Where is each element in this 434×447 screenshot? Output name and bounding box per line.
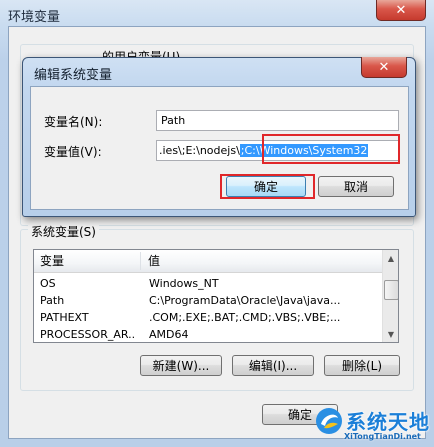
watermark-text: 系统天地 — [346, 410, 430, 434]
watermark-url: XiTongTianDi.net — [344, 432, 421, 441]
dialog-close-button[interactable]: ✕ — [361, 57, 407, 78]
dialog-title: 编辑系统变量 — [34, 68, 113, 83]
scroll-up-arrow-icon[interactable]: ▲ — [383, 250, 398, 266]
window-title: 环境变量 — [8, 10, 61, 25]
variable-name-text: Path — [161, 114, 186, 127]
system-variables-list[interactable]: 变量 值 OS Windows_NT Path C:\ProgramData\O… — [33, 249, 399, 343]
ok-highlight-box — [220, 174, 315, 199]
watermark-logo-icon — [316, 408, 342, 434]
variable-value-text: .ies\;E:\nodejs\ — [159, 144, 240, 157]
variable-value-label: 变量值(V): — [44, 145, 102, 159]
close-icon: ✕ — [395, 2, 407, 18]
row-variable-name: PROCESSOR_AR... — [40, 328, 136, 341]
scroll-down-arrow-icon[interactable]: ▼ — [383, 326, 398, 342]
row-variable-value: AMD64 — [149, 328, 189, 341]
table-row[interactable]: PATHEXT .COM;.EXE;.BAT;.CMD;.VBS;.VBE;..… — [34, 309, 382, 326]
list-header: 变量 值 — [34, 250, 382, 273]
table-row[interactable]: OS Windows_NT — [34, 275, 382, 292]
column-header-variable[interactable]: 变量 — [34, 250, 64, 272]
row-variable-name: Path — [40, 294, 65, 307]
row-variable-value: .COM;.EXE;.BAT;.CMD;.VBS;.VBE;... — [149, 311, 341, 324]
scrollbar-thumb[interactable] — [384, 280, 398, 300]
close-icon: ✕ — [378, 59, 390, 75]
variable-name-label: 变量名(N): — [44, 115, 103, 129]
column-header-value[interactable]: 值 — [142, 250, 160, 272]
column-divider[interactable] — [140, 252, 141, 270]
row-variable-name: OS — [40, 277, 56, 290]
vertical-scrollbar[interactable]: ▲ ▼ — [382, 250, 398, 342]
new-variable-button[interactable]: 新建(W)... — [140, 355, 222, 376]
value-highlight-box — [262, 134, 400, 164]
row-variable-value: Windows_NT — [149, 277, 219, 290]
edit-variable-button[interactable]: 编辑(I)... — [232, 355, 314, 376]
row-variable-name: PATHEXT — [40, 311, 89, 324]
system-variables-group-title: 系统变量(S) — [28, 223, 99, 240]
table-row[interactable]: PROCESSOR_AR... AMD64 — [34, 326, 382, 342]
delete-variable-button[interactable]: 删除(L) — [324, 355, 400, 376]
table-row[interactable]: Path C:\ProgramData\Oracle\Java\java... — [34, 292, 382, 309]
cancel-button[interactable]: 取消 — [318, 176, 394, 197]
window-close-button[interactable]: ✕ — [376, 0, 426, 21]
row-variable-value: C:\ProgramData\Oracle\Java\java... — [149, 294, 341, 307]
watermark: 系统天地 XiTongTianDi.net — [314, 404, 430, 444]
variable-name-input[interactable]: Path — [156, 110, 399, 131]
